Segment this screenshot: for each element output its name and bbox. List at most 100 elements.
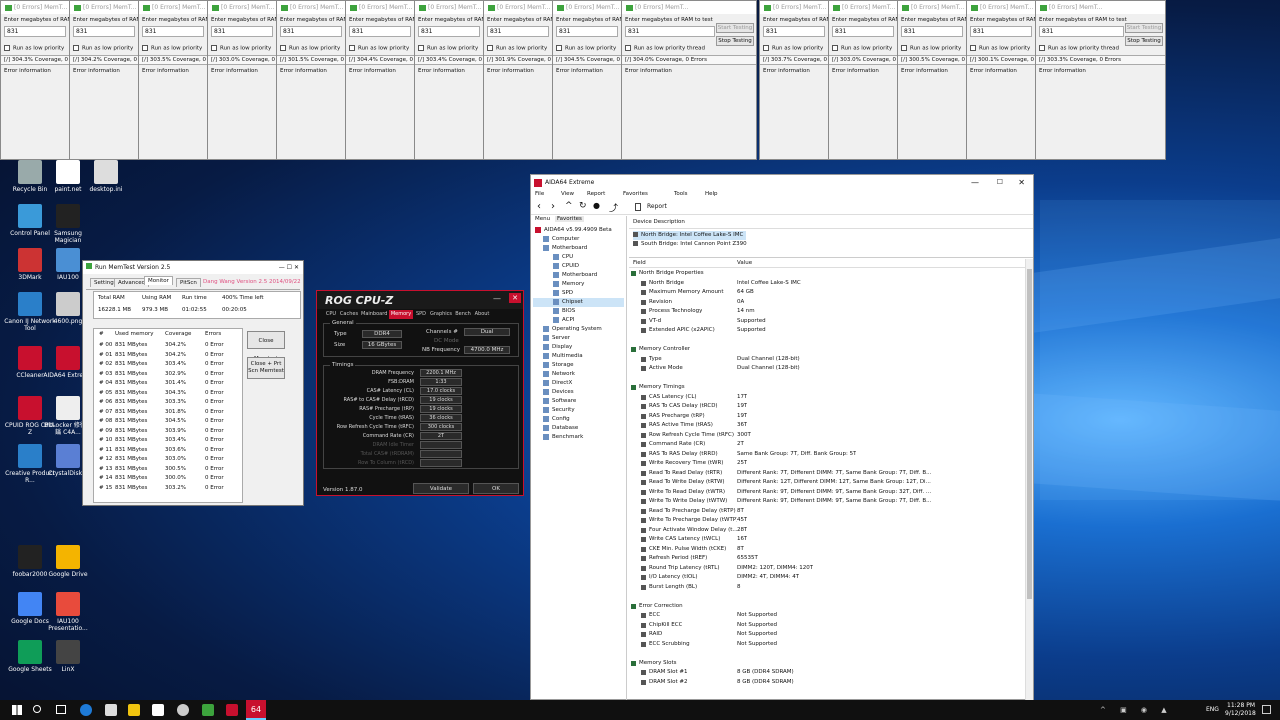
menu-tools[interactable]: Tools <box>674 191 688 197</box>
low-priority-checkbox[interactable]: Run as low priority thread <box>211 45 273 52</box>
tab-graphics[interactable]: Graphics <box>429 310 453 319</box>
desktop-icon[interactable]: IAU100 Presentatio... <box>42 592 94 632</box>
tree-item[interactable]: Devices <box>533 388 624 397</box>
menu-report[interactable]: Report <box>587 191 605 197</box>
checkbox-box[interactable] <box>4 45 10 51</box>
aida64-taskbar-icon[interactable]: 64 <box>246 700 266 720</box>
ram-input[interactable]: 831 <box>73 26 135 37</box>
desktop-icon[interactable]: Samsung Magician <box>42 204 94 244</box>
ram-input[interactable]: 831 <box>763 26 825 37</box>
start-testing-button[interactable]: Start Testing <box>1125 23 1163 33</box>
checkbox-box[interactable] <box>211 45 217 51</box>
close-memtest-button[interactable]: Close Memtest <box>247 331 285 362</box>
window-controls[interactable]: — ☐ ✕ <box>279 261 299 274</box>
checkbox-box[interactable] <box>349 45 355 51</box>
menu-help[interactable]: Help <box>705 191 718 197</box>
menu-favorites[interactable]: Favorites <box>623 191 648 197</box>
report-button[interactable]: Report <box>647 203 667 210</box>
tree-item[interactable]: ACPI <box>533 316 624 325</box>
forward-icon[interactable]: › <box>551 201 555 212</box>
low-priority-checkbox[interactable]: Run as low priority thread <box>487 45 549 52</box>
checkbox-box[interactable] <box>556 45 562 51</box>
stop-testing-button[interactable]: Stop Testing <box>1125 36 1163 46</box>
ram-input[interactable]: 831 <box>901 26 963 37</box>
ram-input[interactable]: 831 <box>625 26 715 37</box>
close-button[interactable]: ✕ <box>1018 175 1025 190</box>
menu-file[interactable]: File <box>535 191 544 197</box>
low-priority-checkbox[interactable]: Run as low priority thread <box>763 45 825 52</box>
mail-icon[interactable] <box>152 704 164 716</box>
tree-item[interactable]: Motherboard <box>533 244 624 253</box>
low-priority-checkbox[interactable]: Run as low priority thread <box>901 45 963 52</box>
start-testing-button[interactable]: Start Testing <box>716 23 754 33</box>
tree-item[interactable]: CPUID <box>533 262 624 271</box>
user-icon[interactable]: ● <box>593 201 600 210</box>
tree-item[interactable]: BIOS <box>533 307 624 316</box>
tray-icons[interactable]: ^ ▣ ◉ ▲ <box>1100 706 1173 714</box>
ram-input[interactable]: 831 <box>4 26 66 37</box>
tree-item[interactable]: DirectX <box>533 379 624 388</box>
back-icon[interactable]: ‹ <box>537 201 541 212</box>
ram-input[interactable]: 831 <box>556 26 618 37</box>
tray-time[interactable]: 11:28 PM <box>1227 702 1255 709</box>
checkbox-box[interactable] <box>73 45 79 51</box>
tree-item[interactable]: Memory <box>533 280 624 289</box>
tab-bench[interactable]: Bench <box>455 310 471 319</box>
tree-item[interactable]: Multimedia <box>533 352 624 361</box>
minimize-button[interactable]: — <box>971 175 979 190</box>
desktop-icon[interactable]: desktop.ini <box>80 160 132 193</box>
low-priority-checkbox[interactable]: Run as low priority thread <box>970 45 1032 52</box>
checkbox-box[interactable] <box>487 45 493 51</box>
task-view-icon[interactable] <box>56 705 66 714</box>
notifications-icon[interactable] <box>1262 705 1271 714</box>
low-priority-checkbox[interactable]: Run as low priority thread <box>4 45 66 52</box>
stop-testing-button[interactable]: Stop Testing <box>716 36 754 46</box>
ram-input[interactable]: 831 <box>418 26 480 37</box>
tree-item[interactable]: Server <box>533 334 624 343</box>
scrollbar-thumb[interactable] <box>1027 269 1032 599</box>
tray-lang[interactable]: ENG <box>1206 706 1219 713</box>
tree-item[interactable]: Benchmark <box>533 433 624 442</box>
desktop-icon[interactable]: LinX <box>42 640 94 673</box>
ram-input[interactable]: 831 <box>970 26 1032 37</box>
device-item[interactable]: South Bridge: Intel Cannon Point Z390 <box>633 240 1029 249</box>
menu-view[interactable]: View <box>561 191 574 197</box>
close-button[interactable]: ✕ <box>509 293 521 303</box>
close-prtscn-button[interactable]: Close + Prt Scn Memtest <box>247 357 285 379</box>
panel-tab-favorites[interactable]: Favorites <box>555 216 584 222</box>
tab-spd[interactable]: SPD <box>415 310 427 319</box>
low-priority-checkbox[interactable]: Run as low priority thread <box>142 45 204 52</box>
tab-pitscn[interactable]: PitScn <box>176 278 201 287</box>
tree-item[interactable]: Storage <box>533 361 624 370</box>
checkbox-box[interactable] <box>142 45 148 51</box>
tree-item[interactable]: Computer <box>533 235 624 244</box>
up-icon[interactable]: ^ <box>565 201 573 211</box>
ram-input[interactable]: 831 <box>1039 26 1124 37</box>
tree-item[interactable]: Network <box>533 370 624 379</box>
details-scrollbar[interactable] <box>1025 259 1033 700</box>
tray-date[interactable]: 9/12/2018 <box>1225 710 1256 717</box>
ram-input[interactable]: 831 <box>280 26 342 37</box>
tree-item[interactable]: Motherboard <box>533 271 624 280</box>
cpuz-taskbar-icon[interactable] <box>226 704 238 716</box>
store-icon[interactable] <box>105 704 117 716</box>
tree-item[interactable]: AIDA64 v5.99.4909 Beta <box>533 226 624 235</box>
tree-item[interactable]: Operating System <box>533 325 624 334</box>
tree-item[interactable]: Chipset <box>533 298 624 307</box>
tree-item[interactable]: Display <box>533 343 624 352</box>
file-explorer-icon[interactable] <box>128 704 140 716</box>
tree-item[interactable]: Software <box>533 397 624 406</box>
start-icon[interactable] <box>12 705 22 715</box>
tree-item[interactable]: Security <box>533 406 624 415</box>
ram-input[interactable]: 831 <box>487 26 549 37</box>
checkbox-box[interactable] <box>280 45 286 51</box>
low-priority-checkbox[interactable]: Run as low priority thread <box>556 45 618 52</box>
low-priority-checkbox[interactable]: Run as low priority thread <box>280 45 342 52</box>
tab-cpu[interactable]: CPU <box>325 310 337 319</box>
refresh-icon[interactable]: ↻ <box>579 201 587 211</box>
device-item[interactable]: North Bridge: Intel Coffee Lake-S IMC <box>633 231 747 240</box>
minimize-button[interactable]: — <box>493 294 501 303</box>
panel-tab-menu[interactable]: Menu <box>533 216 552 222</box>
low-priority-checkbox[interactable]: Run as low priority thread <box>418 45 480 52</box>
ram-input[interactable]: 831 <box>142 26 204 37</box>
